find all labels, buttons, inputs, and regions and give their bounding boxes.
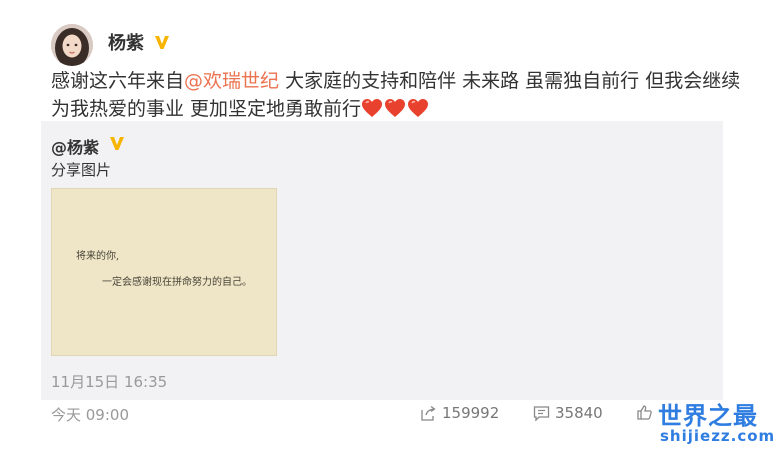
verified-badge-icon xyxy=(110,137,124,150)
post-username[interactable]: 杨紫 xyxy=(108,33,144,55)
comment-count: 35840 xyxy=(555,404,603,422)
watermark-logo: 世界之最 shijiezz.com xyxy=(658,396,780,450)
repost-box: @杨紫 分享图片 将来的你, 一定会感谢现在拼命努力的自己。 11月15日 16… xyxy=(41,121,723,400)
heart-icon xyxy=(362,99,383,117)
comment-icon xyxy=(533,405,550,422)
verified-badge-icon xyxy=(155,36,169,49)
heart-icon xyxy=(385,99,406,117)
share-count: 159992 xyxy=(442,404,500,422)
like-button[interactable] xyxy=(636,404,653,421)
comment-button[interactable]: 35840 xyxy=(533,404,603,422)
image-text-line2: 一定会感谢现在拼命努力的自己。 xyxy=(102,277,252,288)
repost-timestamp[interactable]: 11月15日 16:35 xyxy=(51,371,167,392)
watermark-url: shijiezz.com xyxy=(660,427,776,445)
share-icon xyxy=(421,405,436,421)
like-icon xyxy=(637,405,652,420)
post-timestamp[interactable]: 今天 09:00 xyxy=(51,404,129,425)
post-text-start: 感谢这六年来自 xyxy=(51,70,185,92)
repost-username[interactable]: @杨紫 xyxy=(51,134,99,158)
avatar-image xyxy=(51,24,93,66)
shared-image[interactable]: 将来的你, 一定会感谢现在拼命努力的自己。 xyxy=(51,188,277,356)
post-text: 感谢这六年来自@欢瑞世纪 大家庭的支持和陪伴 未来路 虽需独自前行 但我会继续为… xyxy=(51,67,741,126)
heart-icon xyxy=(408,99,429,117)
mention-link[interactable]: @欢瑞世纪 xyxy=(184,70,279,92)
avatar[interactable] xyxy=(51,24,93,66)
repost-text: 分享图片 xyxy=(51,161,112,179)
image-text-line1: 将来的你, xyxy=(76,251,120,262)
share-button[interactable]: 159992 xyxy=(420,404,499,422)
watermark-title: 世界之最 xyxy=(658,402,758,430)
